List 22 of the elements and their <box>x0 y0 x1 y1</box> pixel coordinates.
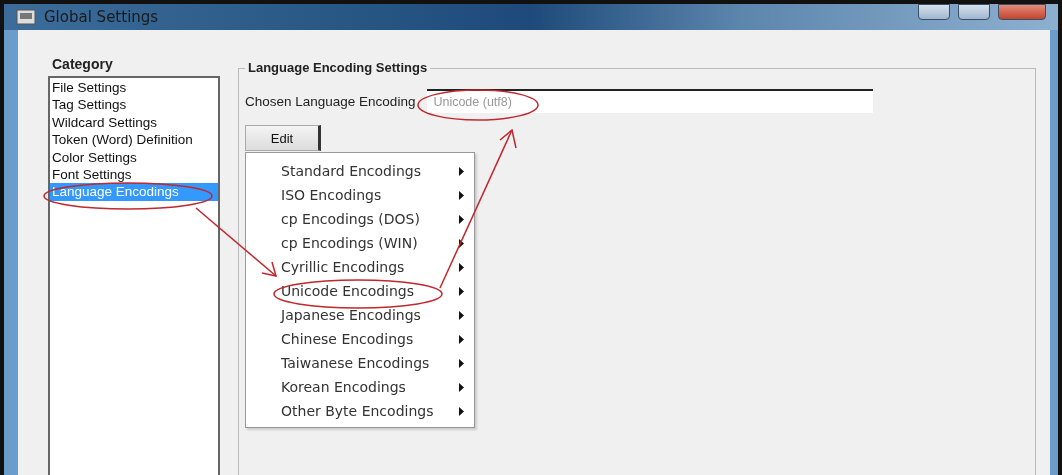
menu-item[interactable]: cp Encodings (WIN) <box>246 231 474 255</box>
menu-item[interactable]: ISO Encodings <box>246 183 474 207</box>
category-item[interactable]: Wildcard Settings <box>50 113 218 132</box>
category-item[interactable]: Tag Settings <box>50 96 218 114</box>
category-item[interactable]: Color Settings <box>50 148 218 167</box>
menu-item[interactable]: Taiwanese Encodings <box>246 351 474 375</box>
field-label: Chosen Language Encoding <box>245 93 416 109</box>
group-title: Language Encoding Settings <box>245 60 431 75</box>
menu-item[interactable]: Korean Encodings <box>246 375 474 399</box>
category-item[interactable]: File Settings <box>50 79 218 97</box>
category-item[interactable]: Font Settings <box>50 166 218 184</box>
window-title: Global Settings <box>44 8 159 26</box>
edit-button[interactable]: Edit <box>245 125 321 151</box>
category-item[interactable]: Token (Word) Definition <box>50 131 218 149</box>
menu-item[interactable]: Other Byte Encodings <box>246 399 474 423</box>
menu-item[interactable]: Standard Encodings <box>246 159 474 183</box>
menu-item[interactable]: Chinese Encodings <box>246 327 474 351</box>
category-label: Category <box>52 56 114 72</box>
menu-item[interactable]: Cyrillic Encodings <box>246 255 474 279</box>
menu-item[interactable]: Unicode Encodings <box>246 279 474 303</box>
menu-item[interactable]: Japanese Encodings <box>246 303 474 327</box>
menu-item[interactable]: cp Encodings (DOS) <box>246 207 474 231</box>
